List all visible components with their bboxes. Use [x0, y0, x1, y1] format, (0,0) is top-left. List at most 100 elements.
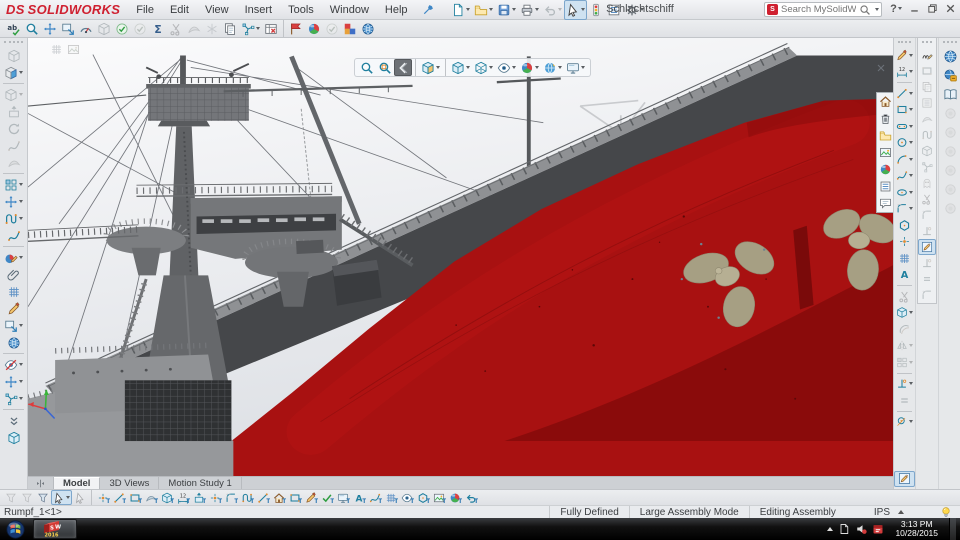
quick-tool-verify[interactable]: T [319, 490, 335, 505]
menu-tools[interactable]: Tools [280, 4, 322, 16]
more-tools[interactable] [0, 412, 27, 429]
dropdown-caret[interactable] [19, 93, 23, 96]
trim-entities[interactable] [167, 20, 185, 37]
dropdown-caret[interactable] [534, 8, 539, 11]
dropdown-caret[interactable] [909, 108, 913, 112]
attachments[interactable] [0, 266, 27, 283]
menu-view[interactable]: View [197, 4, 237, 16]
exit-sketch[interactable] [894, 470, 915, 487]
solidworks-resources[interactable] [939, 47, 960, 66]
appearances-palette[interactable] [877, 161, 893, 178]
move-component-2[interactable] [0, 373, 27, 390]
dropdown-caret[interactable] [558, 66, 562, 69]
sketch-pattern[interactable] [894, 354, 915, 371]
corner-relation[interactable] [918, 287, 936, 303]
surface-fill[interactable] [918, 111, 936, 127]
move-component[interactable] [41, 20, 59, 37]
toolbar-drag-handle[interactable] [943, 41, 957, 45]
edit-component[interactable] [0, 64, 27, 81]
instant-2d[interactable] [894, 414, 915, 431]
built-in-libraries[interactable] [939, 161, 960, 180]
split-entities[interactable] [918, 191, 936, 207]
dropdown-caret[interactable] [909, 174, 913, 178]
ellipse-tool[interactable] [894, 184, 915, 201]
lofted-boss[interactable] [0, 154, 27, 171]
dropdown-caret[interactable] [19, 363, 23, 366]
tray-speaker-icon[interactable] [855, 523, 868, 535]
fillet-tool[interactable] [918, 207, 936, 223]
close-button[interactable] [942, 1, 958, 16]
copy-settings-wizard[interactable] [221, 20, 239, 37]
dropdown-caret[interactable] [19, 71, 23, 74]
explode-sketch[interactable] [918, 159, 936, 175]
solidworks-resources-home[interactable] [877, 93, 893, 110]
dropdown-caret[interactable] [19, 183, 23, 186]
hide-show-components[interactable] [0, 356, 27, 373]
replace-components[interactable] [59, 20, 77, 37]
line-tool[interactable] [894, 85, 915, 102]
units-selector[interactable]: IPS [846, 506, 914, 518]
tab-splitter-icon[interactable] [28, 477, 54, 489]
quick-tool-extrude[interactable]: T [191, 490, 207, 505]
quick-tool-appearance[interactable]: T [447, 490, 463, 505]
custom-properties[interactable] [877, 178, 893, 195]
dropdown-caret[interactable] [465, 8, 470, 11]
quick-tool-screen[interactable]: T [335, 490, 351, 505]
interference-detection[interactable] [95, 20, 113, 37]
dropdown-caret[interactable] [511, 8, 516, 11]
filter-faces[interactable] [35, 490, 51, 505]
search-box[interactable]: S [764, 2, 882, 17]
ghost-tool[interactable] [918, 175, 936, 191]
text-tool[interactable]: A [894, 267, 915, 284]
dropdown-caret[interactable] [535, 66, 539, 69]
quick-tool-route[interactable]: T [239, 490, 255, 505]
quick-tool-spline[interactable]: T [367, 490, 383, 505]
toolbar-drag-handle[interactable] [922, 41, 932, 45]
dropdown-caret[interactable] [581, 66, 585, 69]
quick-tool-back[interactable]: T [463, 490, 479, 505]
edrawings[interactable] [341, 20, 359, 37]
apply-scene[interactable] [541, 59, 564, 76]
toolbar-drag-handle[interactable] [898, 41, 911, 45]
dropdown-caret[interactable] [66, 496, 70, 499]
add-relation[interactable] [894, 392, 915, 409]
dropdown-caret[interactable] [909, 311, 913, 315]
component-preview-window[interactable] [0, 429, 27, 446]
3d-content-central[interactable] [0, 334, 27, 351]
dropdown-caret[interactable] [19, 397, 23, 400]
tray-document-icon[interactable] [838, 523, 850, 535]
restore-button[interactable] [924, 1, 940, 16]
quick-tool-visibility[interactable]: T [399, 490, 415, 505]
quick-tool-point2[interactable]: T [207, 490, 223, 505]
dropdown-caret[interactable] [19, 200, 23, 203]
quick-tool-text[interactable]: AT [351, 490, 367, 505]
freeze-bar[interactable] [203, 20, 221, 37]
view-settings[interactable] [564, 59, 587, 76]
toolbar-drag-handle[interactable] [4, 41, 23, 45]
menu-insert[interactable]: Insert [237, 4, 281, 16]
dropdown-caret[interactable] [909, 360, 913, 364]
equal-relation[interactable] [918, 271, 936, 287]
convert-entities[interactable] [894, 305, 915, 322]
quick-tool-surface[interactable]: T [143, 490, 159, 505]
view-palette[interactable] [877, 144, 893, 161]
menu-file[interactable]: File [128, 4, 162, 16]
tray-expand-icon[interactable] [827, 527, 834, 531]
edit-appearance[interactable] [0, 249, 27, 266]
previous-view[interactable] [394, 59, 412, 76]
rapid-sketch[interactable] [918, 63, 936, 79]
taskbar-clock[interactable]: 3:13 PM 10/28/2015 [889, 520, 944, 538]
filter-vertices[interactable] [3, 490, 19, 505]
dropdown-caret[interactable] [19, 324, 23, 327]
dropdown-caret[interactable] [909, 420, 913, 424]
verification[interactable] [323, 20, 341, 37]
display-style[interactable] [472, 59, 495, 76]
quick-tool-point[interactable]: T [95, 490, 111, 505]
quick-tool-solid[interactable]: T [159, 490, 175, 505]
dropdown-caret[interactable] [466, 66, 470, 69]
dropdown-caret[interactable] [19, 217, 23, 220]
design-checker[interactable] [23, 20, 41, 37]
search-icon[interactable] [859, 4, 871, 16]
tip-of-the-day-icon[interactable] [914, 506, 960, 518]
design-library[interactable] [939, 66, 960, 85]
